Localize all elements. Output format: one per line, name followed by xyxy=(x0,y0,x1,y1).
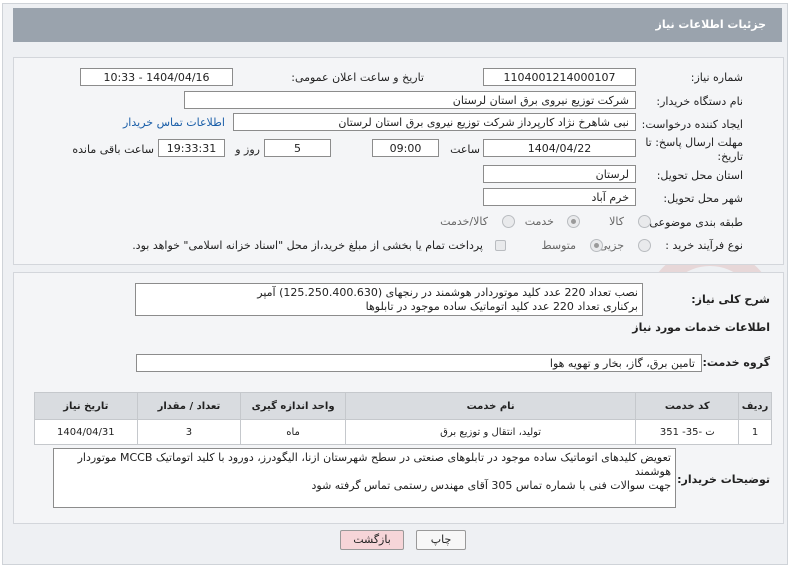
buyer-contact-link[interactable]: اطلاعات تماس خریدار xyxy=(123,116,225,129)
treasury-payment-note: پرداخت تمام یا بخشی از مبلغ خرید،از محل … xyxy=(132,239,483,252)
summary-line-2: برکناری تعداد 220 عدد کلید اتوماتیک ساده… xyxy=(365,300,638,313)
page-title: جزئیات اطلاعات نیاز xyxy=(655,18,767,31)
buyer-notes-text: تعویض کلیدهای اتوماتیک ساده موجود در تاب… xyxy=(53,448,676,508)
col-service-name: نام خدمت xyxy=(344,392,637,420)
city-label: شهر محل تحویل: xyxy=(663,192,743,205)
remaining-time-label: ساعت باقی مانده xyxy=(72,143,154,156)
cell-service-name: تولید، انتقال و توزیع برق xyxy=(344,419,637,445)
category-label: طبقه بندی موضوعی: xyxy=(645,216,743,229)
category-radio-service[interactable] xyxy=(567,215,580,228)
deadline-time-label: ساعت xyxy=(450,143,480,156)
category-radio-goods[interactable] xyxy=(638,215,651,228)
process-option-medium: متوسط xyxy=(541,239,576,252)
days-field: 5 xyxy=(264,139,331,157)
process-type-label: نوع فرآیند خرید : xyxy=(665,239,743,252)
page-header: جزئیات اطلاعات نیاز xyxy=(13,8,782,42)
buyer-org-field: شرکت توزیع نیروی برق استان لرستان xyxy=(184,91,636,109)
table-row: 1 ت -35- 351 تولید، انتقال و توزیع برق م… xyxy=(34,419,772,445)
cell-unit: ماه xyxy=(240,419,346,445)
process-radio-medium[interactable] xyxy=(590,239,603,252)
deadline-label: مهلت ارسال پاسخ: تا xyxy=(645,136,743,149)
category-option-service: خدمت xyxy=(524,215,554,228)
cell-need-date: 1404/04/31 xyxy=(34,419,138,445)
creator-label: ایجاد کننده درخواست: xyxy=(641,118,743,131)
back-button[interactable]: بازگشت xyxy=(340,530,404,550)
announce-datetime-field: 1404/04/16 - 10:33 xyxy=(80,68,233,86)
treasury-payment-checkbox[interactable] xyxy=(495,240,506,251)
col-unit: واحد اندازه گیری xyxy=(240,392,346,420)
buyer-org-label: نام دستگاه خریدار: xyxy=(656,95,743,108)
need-number-field: 1104001214000107 xyxy=(483,68,636,86)
province-label: استان محل تحویل: xyxy=(656,169,743,182)
summary-label: شرح کلی نیاز: xyxy=(691,293,770,306)
category-option-goods-service: کالا/خدمت xyxy=(440,215,488,228)
info-panel xyxy=(13,57,784,265)
buyer-notes-label: توضیحات خریدار: xyxy=(677,473,770,486)
buyer-notes-line-1: تعویض کلیدهای اتوماتیک ساده موجود در تاب… xyxy=(77,451,671,478)
cell-quantity: 3 xyxy=(136,419,242,445)
col-row-number: ردیف xyxy=(738,392,772,420)
summary-text: نصب تعداد 220 عدد کلید موتوردادر هوشمند … xyxy=(135,283,643,316)
service-group-field: تامین برق، گاز، بخار و تهویه هوا xyxy=(136,354,702,372)
services-table: ردیف کد خدمت نام خدمت واحد اندازه گیری ت… xyxy=(34,392,772,445)
deadline-label-date: تاریخ: xyxy=(717,150,743,163)
print-button[interactable]: چاپ xyxy=(416,530,466,550)
creator-field: نبی شاهرخ نژاد کارپرداز شرکت توزیع نیروی… xyxy=(233,113,636,131)
process-radio-minor[interactable] xyxy=(638,239,651,252)
announce-datetime-label: تاریخ و ساعت اعلان عمومی: xyxy=(291,71,424,84)
province-field: لرستان xyxy=(483,165,636,183)
deadline-time-field: 09:00 xyxy=(372,139,439,157)
city-field: خرم آباد xyxy=(483,188,636,206)
category-radio-goods-service[interactable] xyxy=(502,215,515,228)
buyer-notes-line-2: جهت سوالات فنی با شماره تماس 305 آقای مه… xyxy=(311,479,671,492)
services-table-header: ردیف کد خدمت نام خدمت واحد اندازه گیری ت… xyxy=(34,392,772,420)
col-quantity: تعداد / مقدار xyxy=(136,392,242,420)
col-service-code: کد خدمت xyxy=(635,392,740,420)
need-number-label: شماره نیاز: xyxy=(690,71,743,84)
cell-row-number: 1 xyxy=(738,419,772,445)
col-need-date: تاریخ نیاز xyxy=(34,392,138,420)
days-label: روز و xyxy=(235,143,260,156)
summary-line-1: نصب تعداد 220 عدد کلید موتوردادر هوشمند … xyxy=(257,286,638,299)
remaining-time-field: 19:33:31 xyxy=(158,139,225,157)
deadline-date-field: 1404/04/22 xyxy=(483,139,636,157)
category-option-goods: کالا xyxy=(609,215,624,228)
services-section-title: اطلاعات خدمات مورد نیاز xyxy=(632,321,770,334)
service-group-label: گروه خدمت: xyxy=(702,356,770,369)
cell-service-code: ت -35- 351 xyxy=(635,419,740,445)
